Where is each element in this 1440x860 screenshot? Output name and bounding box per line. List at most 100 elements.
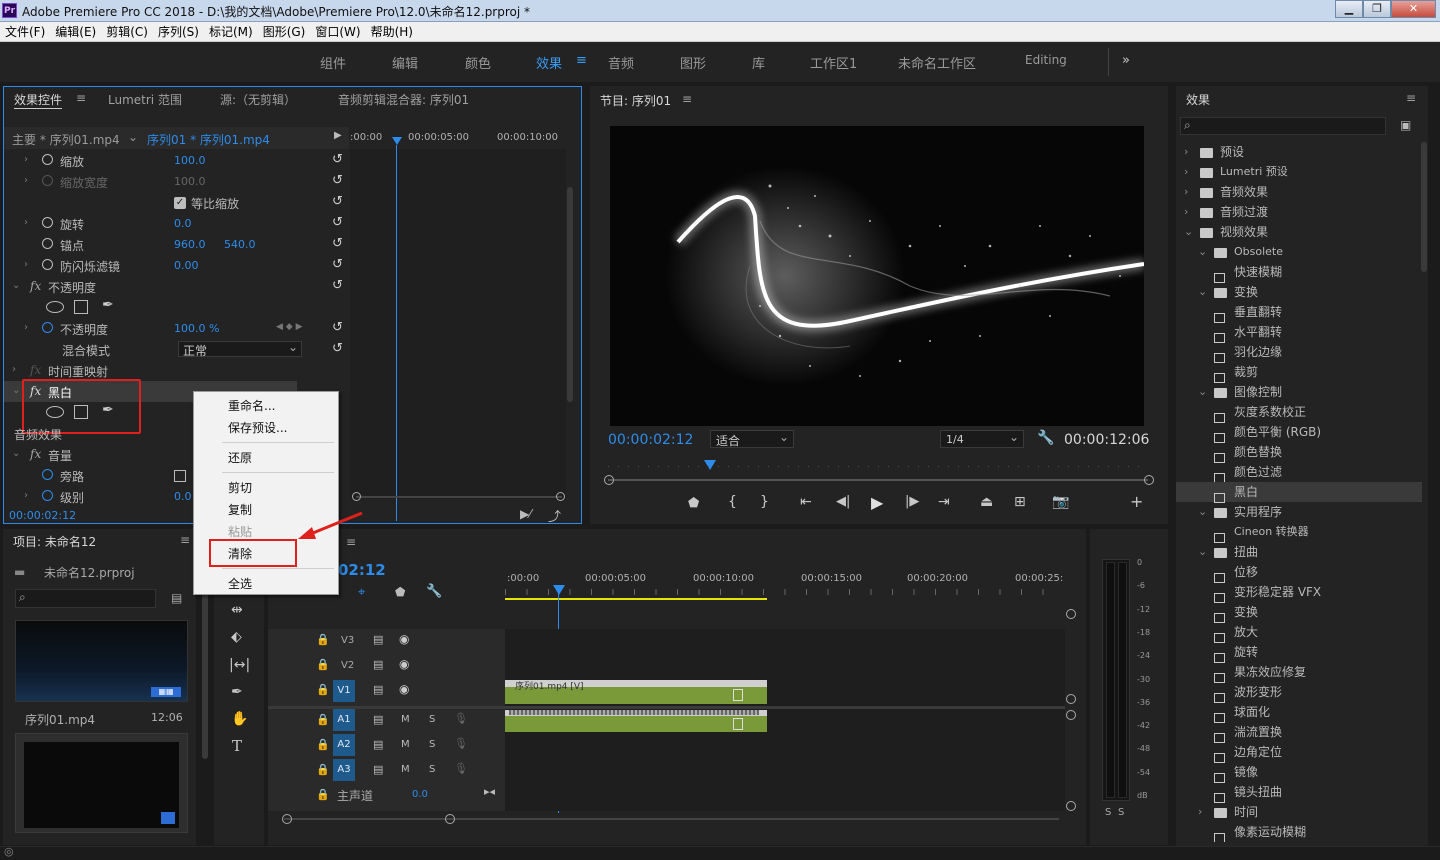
property-value[interactable]: 0.0 — [174, 217, 192, 230]
video-clip[interactable]: 序列01.mp4 [V] — [505, 680, 767, 704]
track-label-a2[interactable]: A2 — [333, 734, 355, 756]
effects-item[interactable]: 水平翻转 — [1176, 322, 1422, 343]
v-scroll-handle[interactable] — [1066, 710, 1076, 720]
stopwatch-icon[interactable] — [42, 322, 53, 333]
effects-folder[interactable]: ⌄ 变换 — [1176, 282, 1422, 302]
sync-lock-icon[interactable]: ▤ — [373, 713, 383, 726]
effects-item[interactable]: 边角定位 — [1176, 742, 1422, 763]
effects-item[interactable]: 裁剪 — [1176, 362, 1422, 383]
chevron-right-icon[interactable]: › — [24, 322, 28, 333]
panel-menu-icon[interactable]: ≡ — [1406, 91, 1416, 105]
lock-icon[interactable]: 🔒 — [316, 738, 330, 751]
effects-item[interactable]: 快速模糊 — [1176, 262, 1422, 283]
effects-item[interactable]: 变换 — [1176, 602, 1422, 623]
program-playhead-icon[interactable] — [704, 460, 716, 470]
ec-scrollbar[interactable] — [567, 187, 573, 402]
timeline-ruler[interactable]: :00:00 00:00:05:00 00:00:10:00 00:00:15:… — [505, 569, 1065, 603]
track-label-a3[interactable]: A3 — [333, 759, 355, 781]
mute-icon[interactable]: M — [401, 739, 410, 750]
zoom-handle-right[interactable] — [556, 492, 565, 501]
sync-lock-icon[interactable]: ▤ — [373, 763, 383, 776]
camera-icon[interactable]: 📷 — [1052, 494, 1069, 510]
effects-item[interactable]: 灰度系数校正 — [1176, 402, 1422, 423]
sync-lock-icon[interactable]: ▤ — [373, 738, 383, 751]
effects-item[interactable]: 颜色过滤 — [1176, 462, 1422, 483]
resolution-select[interactable]: 1/4 ⌄ — [940, 430, 1024, 448]
chevron-down-icon[interactable]: ⌄ — [1198, 502, 1207, 522]
scrub-handle-right[interactable] — [1144, 475, 1154, 485]
chevron-down-icon[interactable]: ⌄ — [1198, 242, 1207, 262]
playhead-icon[interactable] — [392, 137, 402, 145]
reset-icon[interactable]: ↺ — [332, 215, 343, 230]
export-icon[interactable]: ⤴ — [548, 506, 561, 525]
eye-icon[interactable]: ◉ — [399, 657, 409, 671]
chevron-right-icon[interactable]: › — [1184, 162, 1188, 182]
chevron-down-icon[interactable]: ⌄ — [12, 280, 20, 291]
minimize-button[interactable]: ▁ — [1335, 0, 1363, 18]
solo-icon[interactable]: S — [429, 764, 435, 775]
keyframe-nav-icon[interactable]: ◀ ◆ ▶ — [276, 322, 303, 332]
add-button-icon[interactable]: + — [1130, 492, 1143, 511]
stopwatch-icon[interactable] — [42, 175, 53, 186]
effects-scrollbar[interactable] — [1421, 142, 1427, 272]
filter-icon[interactable]: ▶⁄ — [520, 507, 531, 521]
clip-name[interactable]: 序列01.mp4 — [25, 711, 95, 728]
hand-icon[interactable]: ✋ — [231, 711, 248, 727]
track-label-v3[interactable]: V3 — [341, 635, 354, 646]
effects-item[interactable]: 镜头扭曲 — [1176, 782, 1422, 803]
chevron-right-icon[interactable]: › — [1184, 182, 1188, 202]
property-value[interactable]: 100.0 % — [174, 322, 219, 335]
effects-item[interactable]: 像素运动模糊 — [1176, 822, 1422, 842]
property-value[interactable]: 100.0 — [174, 154, 206, 167]
reset-icon[interactable]: ↺ — [332, 152, 343, 167]
clip-thumbnail-2[interactable] — [15, 733, 188, 833]
effects-item[interactable]: Cineon 转换器 — [1176, 522, 1422, 543]
pen-mask-icon[interactable]: ✒ — [102, 297, 114, 313]
effects-item[interactable]: 果冻效应修复 — [1176, 662, 1422, 683]
chevron-right-icon[interactable]: › — [12, 364, 16, 375]
sync-lock-icon[interactable]: ▤ — [373, 658, 383, 671]
step-forward-icon[interactable]: |▶ — [905, 494, 919, 509]
go-to-out-icon[interactable]: ▸◂ — [484, 785, 495, 798]
lift-icon[interactable]: ⏏ — [980, 494, 993, 510]
eye-icon[interactable]: ◉ — [399, 632, 409, 646]
effects-panel-title[interactable]: 效果 — [1186, 91, 1210, 108]
solo-right-icon[interactable]: S — [1118, 807, 1124, 818]
anchor-x-value[interactable]: 960.0 — [174, 238, 206, 251]
play-icon[interactable]: ▶ — [871, 493, 883, 512]
chevron-right-icon[interactable]: › — [1184, 202, 1188, 222]
chevron-down-icon[interactable]: ⌄ — [1184, 222, 1193, 242]
track-label-v2[interactable]: V2 — [341, 660, 354, 671]
menu-clip[interactable]: 剪辑(C) — [101, 22, 153, 42]
pen-icon[interactable]: ✒ — [231, 684, 243, 700]
workspace-graphics[interactable]: 图形 — [680, 53, 706, 72]
chevron-down-icon[interactable]: ⌄ — [1198, 282, 1207, 302]
step-back-icon[interactable]: ◀| — [836, 494, 850, 509]
lock-icon[interactable]: 🔒 — [316, 763, 330, 776]
chevron-right-icon[interactable]: › — [24, 217, 28, 228]
type-tool-icon[interactable]: T — [232, 737, 242, 755]
menu-item-cut[interactable]: 剪切 — [228, 479, 252, 496]
chevron-down-icon[interactable]: ⌄ — [12, 385, 20, 396]
timeline-zoom-bar[interactable] — [284, 818, 1059, 820]
extract-icon[interactable]: ⊞ — [1014, 494, 1026, 510]
track-label-v1[interactable]: V1 — [333, 680, 355, 702]
lock-icon[interactable]: 🔒 — [316, 713, 330, 726]
effects-folder[interactable]: › 时间 — [1176, 802, 1422, 822]
sync-lock-icon[interactable]: ▤ — [373, 633, 383, 646]
close-window-button[interactable]: ✕ — [1391, 0, 1436, 18]
ec-timeline-ruler[interactable]: :00:00 00:00:05:00 00:00:10:00 — [350, 127, 580, 149]
menu-item-copy[interactable]: 复制 — [228, 501, 252, 518]
effects-folder[interactable]: ⌄ 扭曲 — [1176, 542, 1422, 562]
add-marker-icon[interactable]: ⬟ — [688, 496, 699, 511]
menu-item-rename[interactable]: 重命名... — [228, 397, 275, 414]
workspace-effects[interactable]: 效果 — [536, 53, 562, 72]
chevron-right-icon[interactable]: › — [1184, 142, 1188, 162]
chevron-down-icon[interactable]: ⌄ — [12, 448, 20, 459]
sequence-clip-label[interactable]: 序列01 * 序列01.mp4 — [147, 131, 270, 148]
effects-folder[interactable]: ⌄ 实用程序 — [1176, 502, 1422, 522]
effects-item[interactable]: 黑白 — [1176, 482, 1422, 503]
reset-icon[interactable]: ↺ — [332, 257, 343, 272]
timeline-playhead-icon[interactable] — [553, 585, 565, 595]
chevron-right-icon[interactable]: › — [24, 259, 28, 270]
